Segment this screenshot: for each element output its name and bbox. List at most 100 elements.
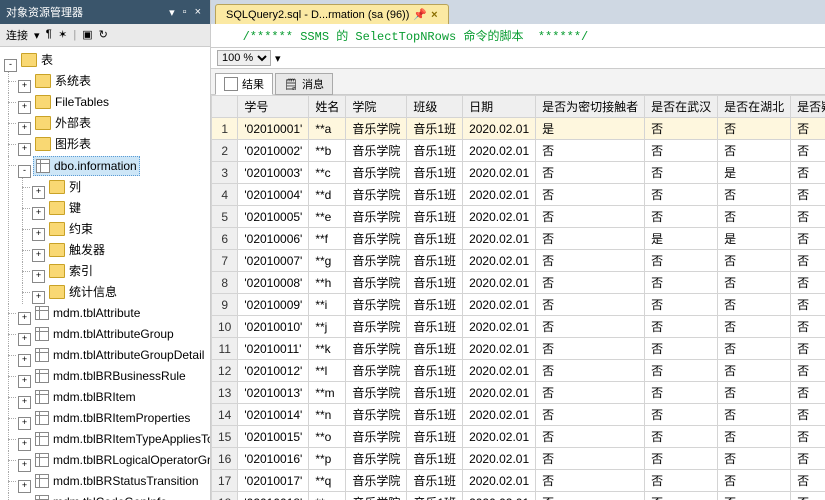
cell[interactable]: 是 xyxy=(645,228,718,250)
cell[interactable]: 2020.02.01 xyxy=(463,470,536,492)
cell[interactable]: 否 xyxy=(645,206,718,228)
cell[interactable]: 音乐1班 xyxy=(407,118,463,140)
tab-sqlquery2[interactable]: SQLQuery2.sql - D...rmation (sa (96)) 📌 … xyxy=(215,4,449,24)
expander[interactable]: + xyxy=(32,291,45,304)
cell[interactable]: '02010017' xyxy=(238,470,309,492)
cell[interactable]: 2020.02.01 xyxy=(463,294,536,316)
cell[interactable]: 否 xyxy=(791,316,825,338)
tree-node[interactable]: mdm.tblBRStatusTransition xyxy=(53,472,199,490)
cell[interactable]: **j xyxy=(309,316,346,338)
cell[interactable]: 音乐学院 xyxy=(346,272,407,294)
cell[interactable]: 2020.02.01 xyxy=(463,316,536,338)
cell[interactable]: 否 xyxy=(718,206,791,228)
cell[interactable]: 11 xyxy=(212,338,238,360)
cell[interactable]: 音乐学院 xyxy=(346,140,407,162)
cell[interactable]: 音乐学院 xyxy=(346,448,407,470)
column-header[interactable] xyxy=(212,96,238,118)
cell[interactable]: 9 xyxy=(212,294,238,316)
tree[interactable]: -表 +系统表 +FileTables +外部表 +图形表 -dbo.infor… xyxy=(0,47,210,500)
tab-pin-icon[interactable]: 📌 xyxy=(413,8,427,21)
cell[interactable]: 2020.02.01 xyxy=(463,404,536,426)
table-row[interactable]: 8'02010008'**h音乐学院音乐1班2020.02.01否否否否否 xyxy=(212,272,825,294)
cell[interactable]: 否 xyxy=(718,316,791,338)
cell[interactable]: 否 xyxy=(718,448,791,470)
expander[interactable]: + xyxy=(18,417,31,430)
cell[interactable]: '02010006' xyxy=(238,228,309,250)
cell[interactable]: 12 xyxy=(212,360,238,382)
expander[interactable]: + xyxy=(18,143,31,156)
cell[interactable]: 否 xyxy=(645,470,718,492)
cell[interactable]: **a xyxy=(309,118,346,140)
cell[interactable]: 否 xyxy=(791,382,825,404)
pin-icon[interactable]: ▫ xyxy=(180,6,190,19)
cell[interactable]: 否 xyxy=(791,118,825,140)
tree-node[interactable]: 索引 xyxy=(69,262,93,280)
column-header[interactable]: 是否在武汉 xyxy=(645,96,718,118)
expander[interactable]: + xyxy=(18,354,31,367)
cell[interactable]: 2020.02.01 xyxy=(463,360,536,382)
cell[interactable]: '02010009' xyxy=(238,294,309,316)
cell[interactable]: 音乐学院 xyxy=(346,426,407,448)
cell[interactable]: 音乐1班 xyxy=(407,426,463,448)
tree-node[interactable]: mdm.tblCodeGenInfo xyxy=(53,493,167,500)
cell[interactable]: '02010003' xyxy=(238,162,309,184)
cell[interactable]: 音乐学院 xyxy=(346,228,407,250)
cell[interactable]: 否 xyxy=(536,294,645,316)
cell[interactable]: **c xyxy=(309,162,346,184)
tree-node[interactable]: 约束 xyxy=(69,220,93,238)
cell[interactable]: 音乐学院 xyxy=(346,118,407,140)
cell[interactable]: 音乐1班 xyxy=(407,184,463,206)
cell[interactable]: 5 xyxy=(212,206,238,228)
expander[interactable]: - xyxy=(18,165,31,178)
tree-node-information[interactable]: dbo.information xyxy=(54,157,137,175)
cell[interactable]: **m xyxy=(309,382,346,404)
cell[interactable]: 否 xyxy=(791,338,825,360)
tree-node[interactable]: mdm.tblBRItemProperties xyxy=(53,409,190,427)
cell[interactable]: '02010013' xyxy=(238,382,309,404)
cell[interactable]: **f xyxy=(309,228,346,250)
cell[interactable]: 否 xyxy=(791,162,825,184)
cell[interactable]: 2020.02.01 xyxy=(463,338,536,360)
table-row[interactable]: 18'02010018'**r音乐学院音乐1班2020.02.01否否否否否 xyxy=(212,492,825,500)
cell[interactable]: 是 xyxy=(718,162,791,184)
cell[interactable]: 音乐1班 xyxy=(407,162,463,184)
sql-editor[interactable]: /****** SSMS 的 SelectTopNRows 命令的脚本 ****… xyxy=(211,24,825,48)
cell[interactable]: 否 xyxy=(718,470,791,492)
cell[interactable]: 音乐学院 xyxy=(346,338,407,360)
cell[interactable]: **g xyxy=(309,250,346,272)
cell[interactable]: 否 xyxy=(536,448,645,470)
cell[interactable]: 否 xyxy=(791,492,825,500)
tree-node-systables[interactable]: 系统表 xyxy=(55,72,91,90)
cell[interactable]: 否 xyxy=(791,272,825,294)
cell[interactable]: 音乐1班 xyxy=(407,338,463,360)
cell[interactable]: **l xyxy=(309,360,346,382)
tab-close-icon[interactable]: × xyxy=(431,9,437,21)
cell[interactable]: 否 xyxy=(536,492,645,500)
cell[interactable]: 否 xyxy=(718,250,791,272)
tree-node-filetables[interactable]: FileTables xyxy=(55,93,109,111)
cell[interactable]: 2020.02.01 xyxy=(463,448,536,470)
cell[interactable]: 音乐学院 xyxy=(346,492,407,500)
cell[interactable]: 否 xyxy=(645,316,718,338)
cell[interactable]: 2 xyxy=(212,140,238,162)
cell[interactable]: 否 xyxy=(645,404,718,426)
cell[interactable]: 17 xyxy=(212,470,238,492)
cell[interactable]: 音乐1班 xyxy=(407,492,463,500)
tree-node-tables[interactable]: 表 xyxy=(41,51,53,69)
cell[interactable]: 2020.02.01 xyxy=(463,184,536,206)
table-row[interactable]: 7'02010007'**g音乐学院音乐1班2020.02.01否否否否否 xyxy=(212,250,825,272)
cell[interactable]: **e xyxy=(309,206,346,228)
cell[interactable]: 否 xyxy=(645,448,718,470)
cell[interactable]: '02010008' xyxy=(238,272,309,294)
expander[interactable]: + xyxy=(18,375,31,388)
cell[interactable]: 否 xyxy=(718,140,791,162)
cell[interactable]: 音乐学院 xyxy=(346,184,407,206)
cell[interactable]: 2020.02.01 xyxy=(463,118,536,140)
cell[interactable]: '02010018' xyxy=(238,492,309,500)
cell[interactable]: 否 xyxy=(645,426,718,448)
expander[interactable]: - xyxy=(4,59,17,72)
cell[interactable]: 否 xyxy=(718,492,791,500)
cell[interactable]: 2020.02.01 xyxy=(463,272,536,294)
cell[interactable]: 否 xyxy=(536,184,645,206)
cell[interactable]: 否 xyxy=(791,426,825,448)
